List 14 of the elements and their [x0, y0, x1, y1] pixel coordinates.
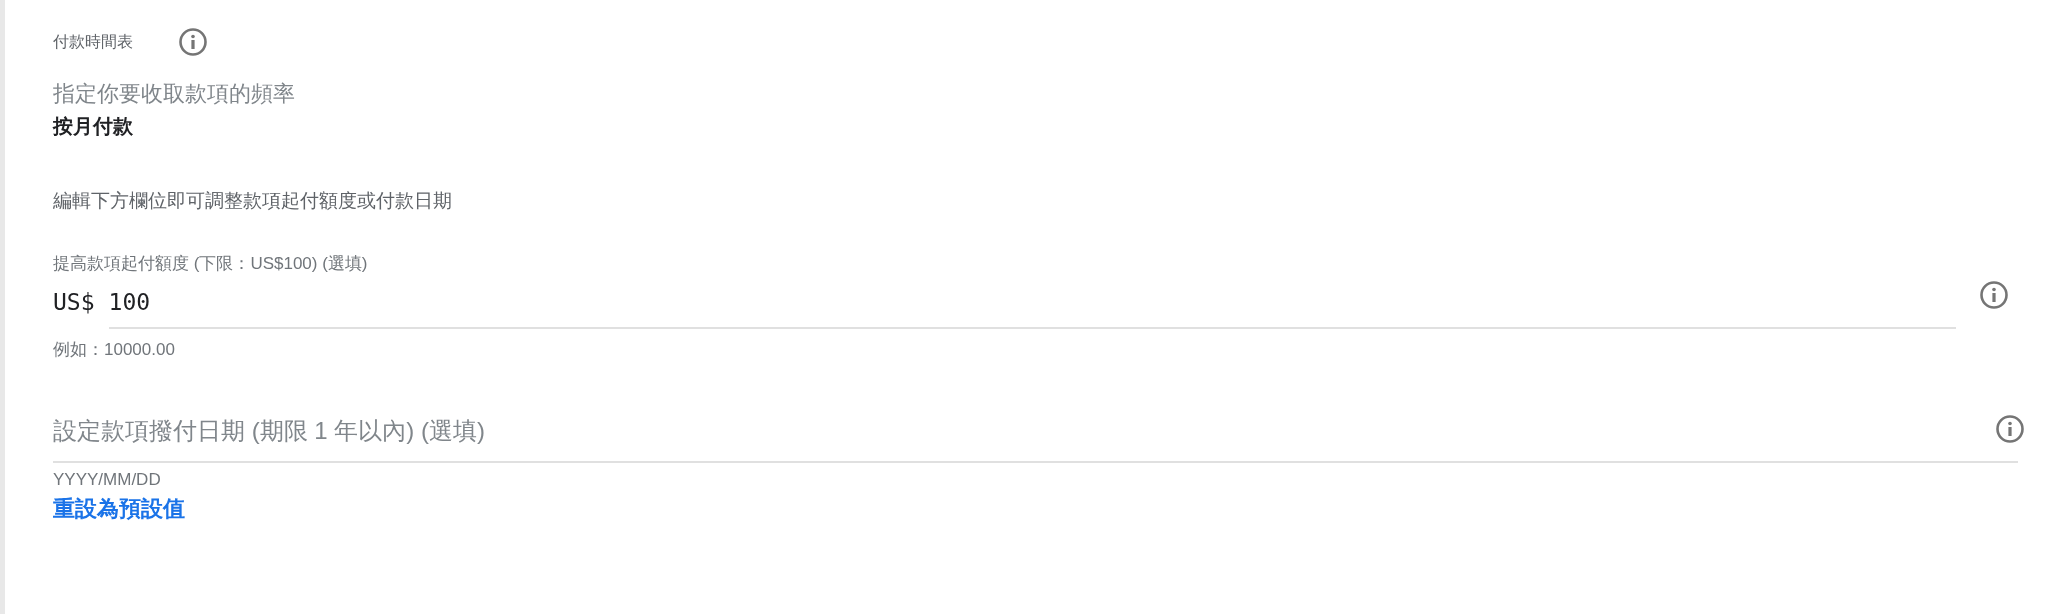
- info-icon[interactable]: [1978, 278, 2010, 311]
- reset-link[interactable]: 重設為預設值: [53, 496, 185, 522]
- date-format-hint: YYYY/MM/DD: [53, 468, 162, 491]
- frequency-value: 按月付款: [53, 113, 134, 139]
- instruction-text: 編輯下方欄位即可調整款項起付額度或付款日期: [53, 188, 453, 213]
- field-label: 提高款項起付額度 (下限：US$100) (選填): [53, 253, 369, 276]
- amount-input[interactable]: 100: [108, 284, 1956, 330]
- currency-prefix: US$: [53, 287, 95, 317]
- example-hint: 例如：10000.00: [53, 339, 176, 362]
- info-icon[interactable]: [177, 26, 209, 58]
- info-icon[interactable]: [1994, 412, 2026, 445]
- section-title: 付款時間表: [53, 32, 133, 52]
- frequency-prompt: 指定你要收取款項的頻率: [53, 80, 296, 108]
- date-input[interactable]: 設定款項撥付日期 (期限 1 年以內) (選填): [53, 408, 2018, 463]
